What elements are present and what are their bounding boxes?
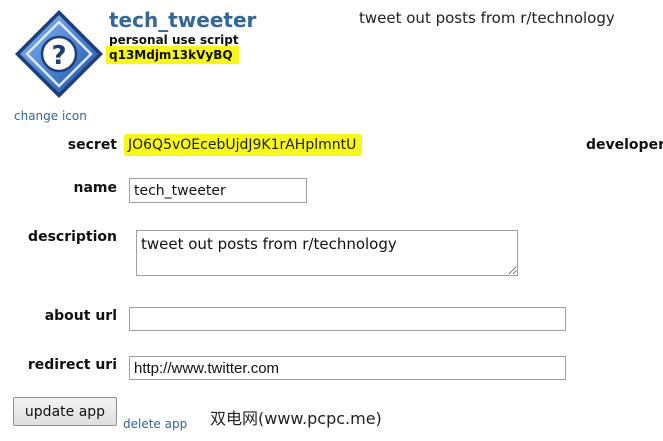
app-name-title: tech_tweeter	[109, 8, 257, 32]
question-mark-diamond-icon: ?	[14, 9, 104, 99]
name-label: name	[73, 180, 118, 196]
app-header-description: tweet out posts from r/technology	[359, 9, 615, 27]
about-url-input[interactable]	[129, 307, 566, 331]
name-input[interactable]	[129, 178, 307, 203]
client-id-value: q13Mdjm13kVyBQ	[106, 46, 239, 64]
watermark-text: 双电网(www.pcpc.me)	[210, 409, 382, 428]
secret-value: JO6Q5vOEcebUjdJ9K1rAHplmntU	[124, 134, 363, 156]
about-url-label: about url	[44, 308, 117, 324]
description-label: description	[28, 229, 117, 245]
app-type-label: personal use script	[109, 33, 239, 47]
description-textarea[interactable]: tweet out posts from r/technology	[136, 230, 518, 276]
redirect-uri-label: redirect uri	[27, 357, 117, 373]
secret-label: secret	[67, 137, 117, 153]
svg-text:?: ?	[51, 41, 66, 71]
change-icon-link[interactable]: change icon	[14, 109, 87, 123]
app-preferences-panel: ? tech_tweeter personal use script q13Md…	[0, 0, 663, 441]
update-app-button[interactable]: update app	[13, 397, 117, 426]
delete-app-link[interactable]: delete app	[123, 417, 187, 431]
redirect-uri-input[interactable]	[129, 356, 566, 380]
developers-label: developer	[586, 137, 663, 153]
